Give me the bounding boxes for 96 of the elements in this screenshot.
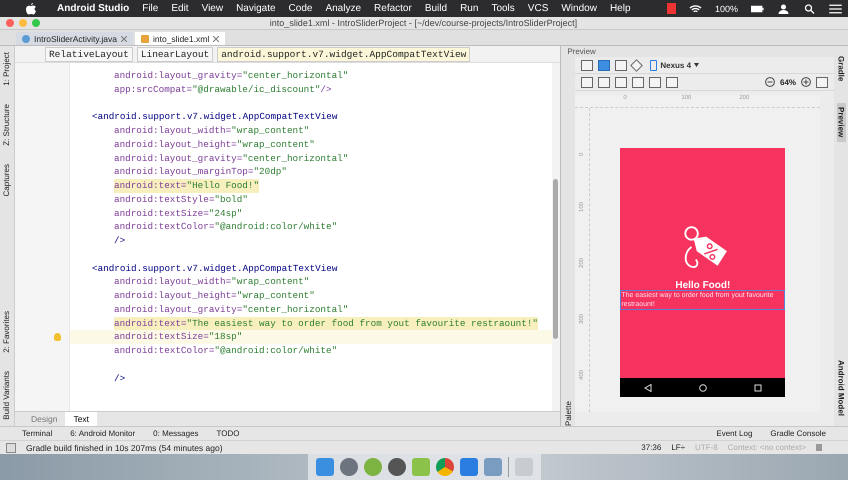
cursor-position[interactable]: 37:36 bbox=[641, 443, 662, 452]
device-dropdown[interactable]: Nexus 4 bbox=[650, 60, 700, 70]
menu-item[interactable]: Refactor bbox=[374, 3, 412, 14]
panel-toggle-icon[interactable] bbox=[6, 442, 16, 452]
breadcrumb[interactable]: LinearLayout bbox=[136, 46, 214, 62]
tool-window-tab[interactable]: Build Variants bbox=[2, 371, 12, 420]
code-line: android:textColor="@android:color/white" bbox=[114, 344, 338, 358]
panel-title: Preview bbox=[561, 46, 834, 57]
expand-icon[interactable] bbox=[649, 76, 662, 88]
split-icon[interactable] bbox=[615, 60, 628, 70]
code-line: android:layout_height="wrap_content" bbox=[114, 138, 315, 152]
code-line: android:layout_gravity="center_horizontal" bbox=[114, 69, 348, 83]
zoom-in-icon[interactable] bbox=[801, 77, 812, 87]
user-icon[interactable] bbox=[777, 4, 790, 14]
expand-icon[interactable] bbox=[666, 76, 678, 88]
code-line: android:textSize="24sp" bbox=[114, 206, 242, 220]
editor-mode-tab[interactable]: Design bbox=[22, 412, 66, 426]
rotate-icon[interactable] bbox=[630, 58, 644, 72]
class-file-icon bbox=[22, 34, 30, 42]
code-line: android:layout_width="wrap_content" bbox=[114, 124, 310, 138]
line-separator[interactable]: LF÷ bbox=[671, 443, 686, 452]
align-icon[interactable] bbox=[598, 76, 610, 88]
menu-item[interactable]: Run bbox=[460, 3, 478, 14]
menu-icon[interactable] bbox=[829, 4, 842, 14]
tool-window-tab[interactable]: 1: Project bbox=[2, 52, 12, 86]
menu-item[interactable]: File bbox=[142, 3, 158, 14]
layout-icon[interactable] bbox=[581, 60, 594, 70]
tool-window-tab[interactable]: Z: Structure bbox=[2, 104, 12, 146]
menu-item[interactable]: Edit bbox=[171, 3, 189, 14]
search-icon[interactable] bbox=[803, 4, 816, 14]
tab-label: into_slide1.xml bbox=[152, 34, 210, 44]
apple-logo-icon[interactable] bbox=[26, 2, 36, 14]
close-icon[interactable] bbox=[120, 36, 127, 42]
browser-icon[interactable] bbox=[436, 458, 454, 476]
code-line: android:layout_width="wrap_content" bbox=[114, 275, 310, 289]
back-icon[interactable] bbox=[644, 384, 652, 392]
caret-icon bbox=[694, 63, 700, 67]
menu-item[interactable]: Analyze bbox=[325, 3, 362, 14]
code-line: /> bbox=[114, 234, 126, 248]
tool-window-button[interactable]: Event Log bbox=[716, 429, 752, 438]
menu-item[interactable]: Build bbox=[424, 3, 448, 14]
breadcrumb[interactable]: android.support.v7.widget.AppCompatTextView bbox=[217, 46, 470, 62]
menu-item[interactable]: Code bbox=[288, 3, 312, 14]
wifi-icon[interactable] bbox=[688, 4, 702, 14]
tool-window-button[interactable]: Terminal bbox=[22, 429, 52, 438]
tool-window-button[interactable]: TODO bbox=[216, 429, 240, 438]
code-line: android:textColor="@android:color/white" bbox=[114, 220, 338, 234]
window-title: into_slide1.xml - IntroSliderProject - [~/dev/course-projects/IntroSliderProject] bbox=[268, 18, 578, 28]
home-icon[interactable] bbox=[698, 384, 707, 392]
tool-window-tab[interactable]: Gradle bbox=[836, 52, 846, 86]
tool-window-button[interactable]: 0: Messages bbox=[153, 429, 199, 438]
recents-icon[interactable] bbox=[754, 384, 762, 392]
tool-window-tab[interactable]: Preview bbox=[836, 103, 846, 142]
code-line: android:layout_gravity="center_horizontal" bbox=[114, 152, 348, 166]
fit-screen-icon[interactable] bbox=[816, 76, 828, 88]
code-line: android:textSize="18sp" bbox=[114, 330, 242, 344]
menu-item[interactable]: Navigate bbox=[236, 3, 276, 14]
screen-heading: Hello Food! bbox=[675, 280, 730, 291]
menu-item[interactable]: VCS bbox=[528, 3, 548, 14]
editor-tab[interactable]: IntroSliderActivity.java bbox=[16, 32, 133, 45]
close-icon[interactable] bbox=[213, 36, 220, 42]
code-line: android:layout_gravity="center_horizontal" bbox=[114, 302, 348, 316]
tool-window-button[interactable]: Gradle Console bbox=[770, 429, 826, 438]
menu-item[interactable]: Help bbox=[610, 3, 631, 14]
editor-tab[interactable]: into_slide1.xml bbox=[134, 32, 226, 45]
app-menu[interactable]: Android Studio bbox=[57, 3, 130, 14]
breadcrumb[interactable]: RelativeLayout bbox=[44, 46, 133, 62]
menu-item[interactable]: Tools bbox=[491, 3, 515, 14]
tool-window-tab[interactable]: 2: Favorites bbox=[2, 311, 12, 354]
align-icon[interactable] bbox=[581, 76, 594, 88]
code-line: <android.support.v7.widget.AppCompatTextView bbox=[92, 110, 338, 124]
zoom-out-icon[interactable] bbox=[765, 77, 775, 87]
menu-item[interactable]: Window bbox=[561, 3, 597, 14]
grid-icon[interactable] bbox=[598, 60, 610, 70]
context-label: Context: <no context> bbox=[728, 443, 806, 452]
zoom-level: 64% bbox=[780, 78, 796, 86]
battery-percentage: 100% bbox=[714, 4, 738, 14]
battery-icon[interactable] bbox=[751, 4, 764, 14]
tool-window-tab[interactable]: Captures bbox=[2, 164, 12, 196]
align-icon[interactable] bbox=[632, 76, 644, 88]
tab-label: IntroSliderActivity.java bbox=[34, 34, 117, 44]
code-line: android:layout_height="wrap_content" bbox=[114, 289, 315, 303]
status-message: Gradle build finished in 10s 207ms (54 minutes ago) bbox=[26, 442, 223, 452]
code-line: <android.support.v7.widget.AppCompatTextView bbox=[92, 262, 338, 276]
app-icon[interactable] bbox=[460, 458, 478, 476]
code-line: /> bbox=[114, 372, 126, 386]
tool-window-button[interactable]: 6: Android Monitor bbox=[70, 429, 136, 438]
scrollbar-thumb[interactable] bbox=[553, 179, 558, 339]
code-line: android:layout_marginTop="20dp" bbox=[114, 165, 287, 179]
tool-window-tab[interactable]: Android Model bbox=[836, 356, 846, 420]
editor-mode-tab[interactable]: Text bbox=[65, 412, 98, 426]
code-line: android:textStyle="bold" bbox=[114, 192, 248, 206]
xml-file-icon bbox=[140, 34, 149, 42]
code-line: app:srcCompat="@drawable/ic_discount"/> bbox=[114, 82, 332, 96]
menu-item[interactable]: View bbox=[202, 3, 224, 14]
align-icon[interactable] bbox=[615, 76, 628, 88]
